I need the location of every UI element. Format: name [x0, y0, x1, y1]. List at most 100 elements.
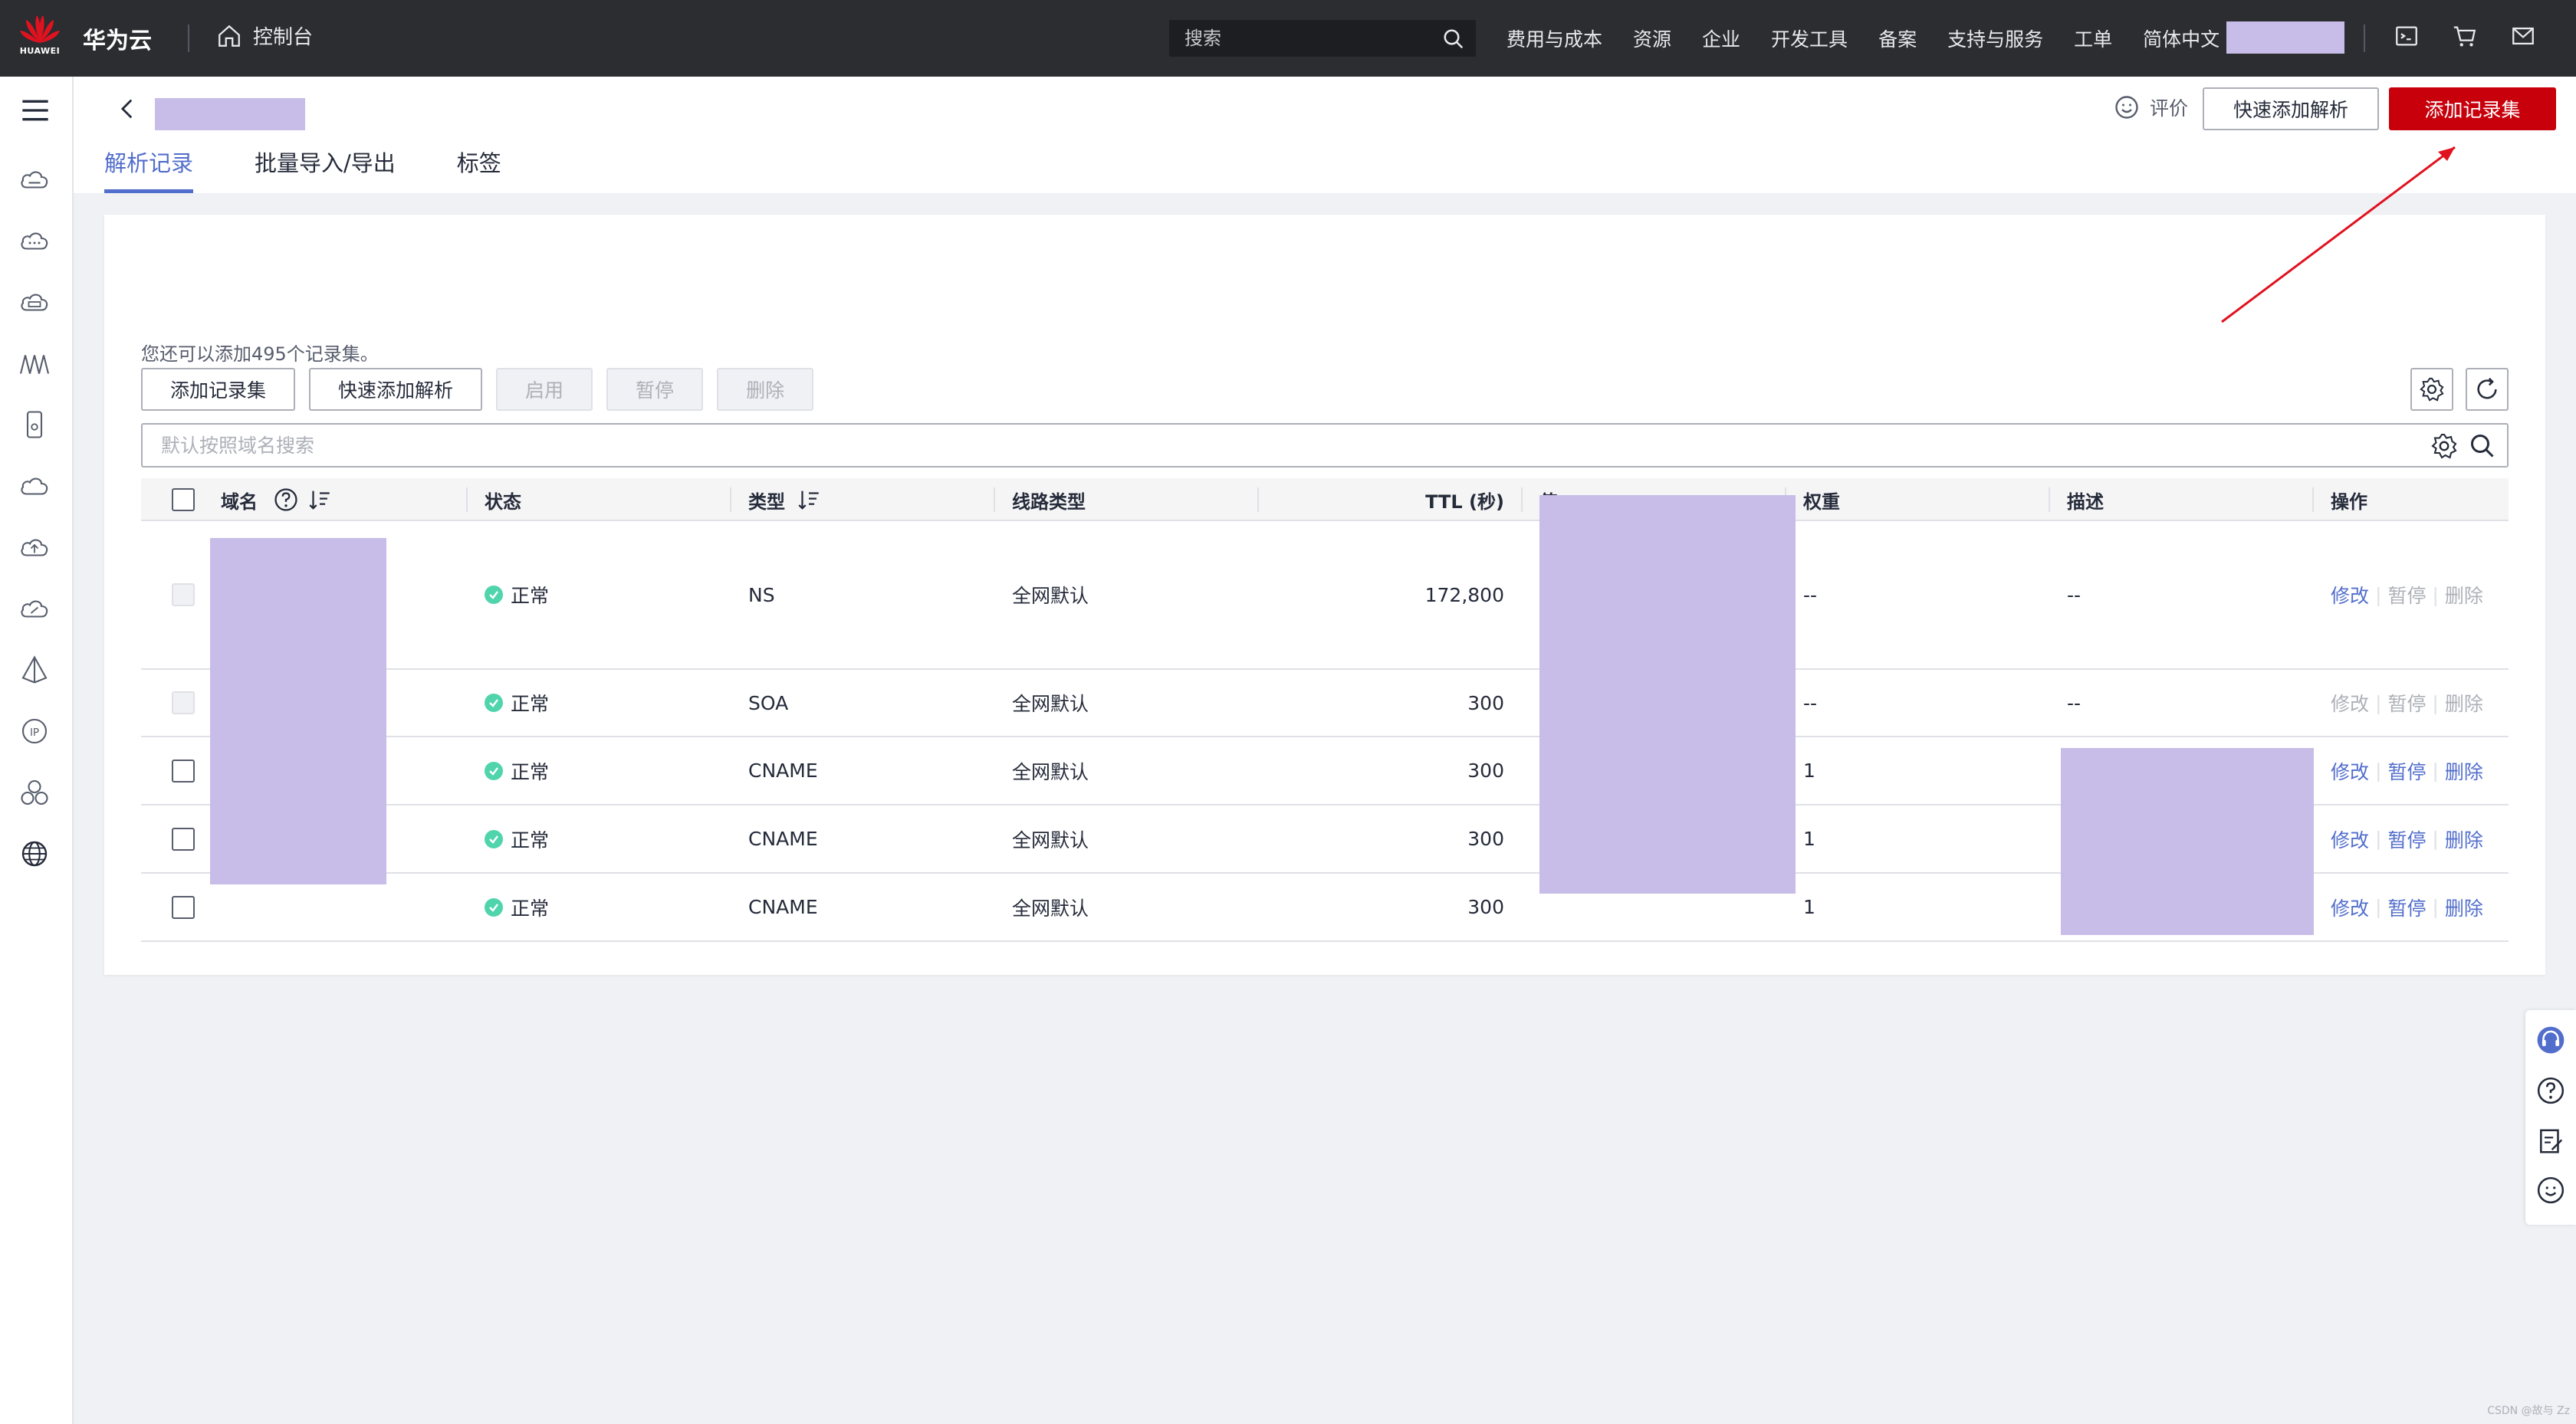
pause-link[interactable]: 暂停	[2387, 757, 2426, 785]
circles-cluster-icon[interactable]	[18, 777, 51, 808]
line-cell: 全网默认	[1012, 760, 1089, 783]
back-arrow-icon[interactable]	[115, 94, 141, 124]
huawei-logo[interactable]: HUAWEI	[17, 12, 63, 64]
floating-help-toolbar	[2525, 1010, 2576, 1225]
description-cell: --	[2067, 583, 2082, 606]
pause-link[interactable]: 暂停	[2387, 894, 2426, 921]
cloud-more-icon[interactable]	[18, 225, 51, 256]
table-settings-button[interactable]	[2410, 368, 2453, 411]
customer-service-icon[interactable]	[2536, 1025, 2565, 1055]
storage-device-icon[interactable]	[18, 409, 51, 440]
delete-link: 删除	[2444, 693, 2483, 715]
user-account-redacted[interactable]	[2226, 21, 2344, 54]
hamburger-menu-icon[interactable]	[20, 95, 51, 126]
huawei-flower-icon	[20, 15, 60, 43]
search-icon[interactable]	[2469, 432, 2496, 460]
quick-add-button[interactable]: 快速添加解析	[309, 368, 483, 411]
search-settings-gear-icon[interactable]	[2430, 432, 2458, 460]
edit-link[interactable]: 修改	[2331, 894, 2369, 921]
delete-link[interactable]: 删除	[2445, 757, 2483, 785]
annotation-arrow-icon	[2221, 146, 2456, 323]
domain-search-filter[interactable]	[141, 423, 2509, 468]
th-status: 状态	[485, 491, 521, 513]
brand-name[interactable]: 华为云	[83, 21, 152, 55]
pause-link: 暂停	[2387, 585, 2426, 607]
row-checkbox[interactable]	[172, 895, 195, 919]
feedback-edit-icon[interactable]	[2536, 1127, 2565, 1156]
nav-item-cost[interactable]: 费用与成本	[1506, 25, 1602, 52]
refresh-button[interactable]	[2466, 368, 2509, 411]
global-search[interactable]	[1169, 20, 1476, 57]
ip-icon[interactable]: IP	[18, 716, 51, 746]
sidebar-service-list: IP	[18, 164, 51, 869]
tab-batch-import-export[interactable]: 批量导入/导出	[255, 146, 396, 193]
th-description: 描述	[2067, 491, 2104, 513]
status-cell: 正常	[485, 806, 549, 872]
home-icon	[219, 25, 240, 47]
pyramid-icon[interactable]	[18, 655, 51, 685]
edit-link[interactable]: 修改	[2331, 581, 2369, 609]
global-search-input[interactable]	[1184, 28, 1430, 49]
nav-item-enterprise[interactable]: 企业	[1702, 25, 1740, 52]
add-record-set-button-primary[interactable]: 添加记录集	[2389, 87, 2556, 130]
cloud-speed-icon[interactable]	[18, 593, 51, 624]
nav-item-support[interactable]: 支持与服务	[1947, 25, 2043, 52]
select-all-checkbox[interactable]	[172, 488, 195, 511]
top-navigation-bar: HUAWEI 华为云 控制台 费用与成本 资源 企业 开发工具 备案 支持与服务…	[0, 0, 2576, 77]
mail-icon[interactable]	[2510, 23, 2536, 49]
ttl-cell: 300	[1467, 828, 1504, 850]
enable-button[interactable]: 启用	[496, 368, 593, 411]
line-cell: 全网默认	[1012, 693, 1089, 715]
delete-link[interactable]: 删除	[2445, 894, 2483, 921]
edit-link[interactable]: 修改	[2331, 825, 2369, 853]
terminal-icon[interactable]	[2394, 23, 2420, 49]
delete-link[interactable]: 删除	[2445, 825, 2483, 853]
description-cell: --	[2067, 691, 2082, 714]
quick-add-resolution-button[interactable]: 快速添加解析	[2203, 87, 2379, 130]
nav-item-tickets[interactable]: 工单	[2074, 25, 2112, 52]
rate-link[interactable]: 评价	[2113, 94, 2188, 121]
filter-icons	[2430, 432, 2496, 460]
console-link[interactable]: 控制台	[216, 21, 313, 50]
help-question-icon[interactable]	[2536, 1076, 2565, 1105]
row-checkbox[interactable]	[172, 827, 195, 851]
search-icon[interactable]	[1442, 28, 1465, 51]
nav-item-icp[interactable]: 备案	[1878, 25, 1917, 52]
nav-item-dev-tools[interactable]: 开发工具	[1771, 25, 1848, 52]
ttl-cell: 300	[1467, 760, 1504, 782]
sort-icon[interactable]	[796, 487, 822, 513]
pause-link[interactable]: 暂停	[2387, 825, 2426, 853]
status-ok-icon	[485, 897, 503, 917]
sort-icon[interactable]	[307, 487, 333, 513]
table-row: 正常 SOA 全网默认 300 -- -- 修改 | 暂停 | 删除	[141, 670, 2509, 737]
left-service-sidebar: IP	[0, 77, 74, 1424]
cloud-database-icon[interactable]	[18, 287, 51, 317]
tab-tags[interactable]: 标签	[457, 146, 501, 193]
cloud-upload-icon[interactable]	[18, 532, 51, 563]
op-separator: |	[2375, 691, 2382, 714]
smiley-icon	[2115, 96, 2138, 119]
status-cell: 正常	[485, 737, 549, 804]
th-separator	[1521, 487, 1523, 512]
help-icon[interactable]	[273, 487, 299, 513]
globe-icon[interactable]	[18, 838, 51, 869]
row-checkbox[interactable]	[172, 759, 195, 783]
cloud-server-icon[interactable]	[18, 164, 51, 195]
pause-button[interactable]: 暂停	[606, 368, 704, 411]
nav-item-resources[interactable]: 资源	[1633, 25, 1671, 52]
status-cell: 正常	[485, 521, 549, 668]
status-text: 正常	[511, 693, 550, 715]
add-record-set-button[interactable]: 添加记录集	[141, 368, 296, 411]
tab-resolution-records[interactable]: 解析记录	[104, 146, 194, 193]
edit-link[interactable]: 修改	[2331, 757, 2369, 785]
delete-button[interactable]: 删除	[717, 368, 814, 411]
satisfaction-smiley-icon[interactable]	[2536, 1176, 2565, 1205]
network-wave-icon[interactable]	[18, 348, 51, 379]
row-checkbox	[172, 583, 195, 606]
line-cell: 全网默认	[1012, 897, 1089, 920]
ttl-cell: 300	[1467, 896, 1504, 918]
domain-search-input[interactable]	[161, 434, 2308, 457]
nav-item-language[interactable]: 简体中文	[2143, 25, 2220, 52]
cloud-icon[interactable]	[18, 471, 51, 501]
cart-icon[interactable]	[2452, 23, 2478, 49]
